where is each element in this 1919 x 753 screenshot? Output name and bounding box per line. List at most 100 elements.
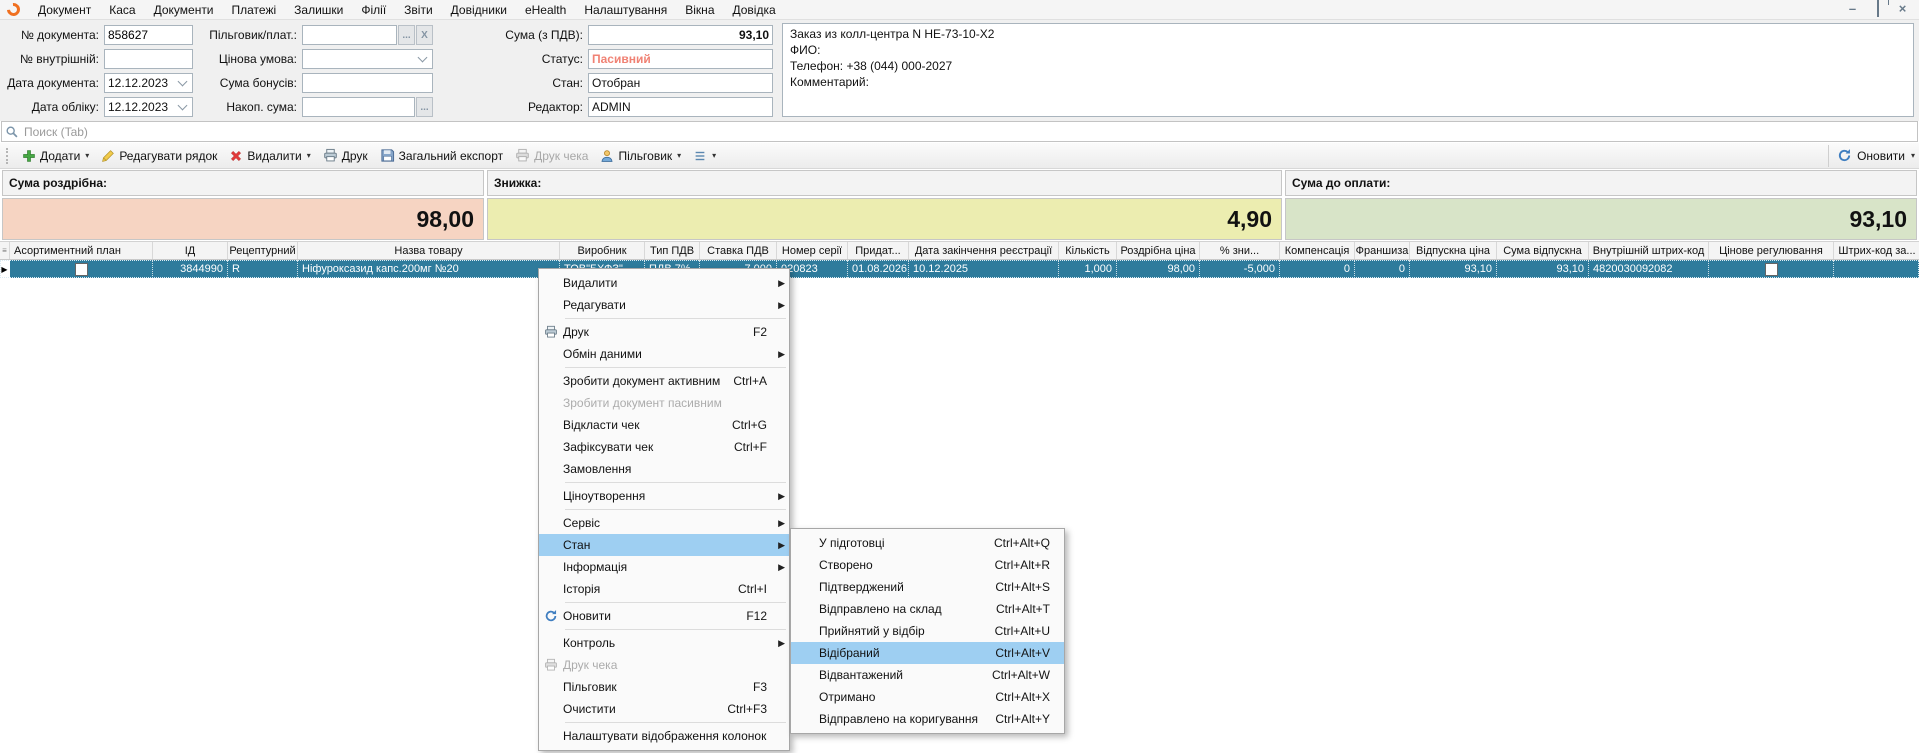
account-date-field[interactable]: 12.12.2023	[104, 97, 193, 117]
export-button[interactable]: Загальний експорт	[374, 145, 509, 167]
menu-item-order[interactable]: Замовлення	[539, 458, 789, 480]
menu-branches[interactable]: Філії	[352, 0, 395, 20]
assortment-plan-cell[interactable]	[10, 260, 153, 278]
beneficiary-clear-button[interactable]: X	[416, 25, 433, 45]
add-button[interactable]: Додати▾	[16, 145, 95, 167]
submenu-item-picked[interactable]: ВідібранийCtrl+Alt+V	[791, 642, 1064, 664]
menu-item-beneficiary[interactable]: ПільговикF3	[539, 676, 789, 698]
checkbox[interactable]	[75, 263, 88, 276]
sell-price-cell[interactable]: 93,10	[1410, 260, 1497, 278]
menu-help[interactable]: Довідка	[724, 0, 785, 20]
minimize-button[interactable]: –	[1840, 1, 1865, 19]
menu-documents[interactable]: Документи	[145, 0, 223, 20]
submenu-item-accepted-for-picking[interactable]: Прийнятий у відбірCtrl+Alt+U	[791, 620, 1064, 642]
menu-item-history[interactable]: ІсторіяCtrl+I	[539, 578, 789, 600]
menu-stock[interactable]: Залишки	[285, 0, 352, 20]
price-condition-field[interactable]	[302, 49, 433, 69]
col-discount-pct[interactable]: % зни...	[1200, 242, 1280, 259]
menu-kasa[interactable]: Каса	[100, 0, 144, 20]
col-product-name[interactable]: Назва товару	[298, 242, 560, 259]
checkbox[interactable]	[1765, 263, 1778, 276]
doc-date-field[interactable]: 12.12.2023	[104, 73, 193, 93]
col-order-barcode[interactable]: Штрих-код за...	[1834, 242, 1919, 259]
menu-item-state[interactable]: Стан	[539, 534, 789, 556]
menu-item-service[interactable]: Сервіс	[539, 512, 789, 534]
menu-item-control[interactable]: Контроль	[539, 632, 789, 654]
col-retail-price[interactable]: Роздрібна ціна	[1117, 242, 1200, 259]
menu-payments[interactable]: Платежі	[223, 0, 286, 20]
beneficiary-field[interactable]	[302, 25, 397, 45]
submenu-item-sent-to-warehouse[interactable]: Відправлено на складCtrl+Alt+T	[791, 598, 1064, 620]
submenu-item-confirmed[interactable]: ПідтвердженийCtrl+Alt+S	[791, 576, 1064, 598]
franchise-cell[interactable]: 0	[1355, 260, 1410, 278]
print-button[interactable]: Друк	[317, 145, 374, 167]
col-serial[interactable]: Номер серії	[777, 242, 848, 259]
menu-item-pricing[interactable]: Ціноутворення	[539, 485, 789, 507]
menu-document[interactable]: Документ	[29, 0, 100, 20]
col-price-regulation[interactable]: Цінове регулювання	[1709, 242, 1834, 259]
submenu-item-received[interactable]: ОтриманоCtrl+Alt+X	[791, 686, 1064, 708]
discount-pct-cell[interactable]: -5,000	[1200, 260, 1280, 278]
price-regulation-cell[interactable]	[1709, 260, 1834, 278]
toolbar-overflow-icon[interactable]: ▾	[1911, 151, 1915, 160]
table-row[interactable]: ▶ 3844990 R Ніфуроксазид капс.200мг №20 …	[0, 260, 1919, 278]
prescription-cell[interactable]: R	[228, 260, 298, 278]
close-button[interactable]: ×	[1890, 1, 1915, 19]
order-barcode-cell[interactable]	[1834, 260, 1919, 278]
refresh-button[interactable]: Оновити ▾	[1828, 145, 1919, 167]
menu-directories[interactable]: Довідники	[442, 0, 516, 20]
column-chooser-icon[interactable]: ≡	[0, 242, 10, 259]
menu-item-make-active[interactable]: Зробити документ активнимCtrl+A	[539, 370, 789, 392]
retail-price-cell[interactable]: 98,00	[1117, 260, 1200, 278]
product-name-cell[interactable]: Ніфуроксазид капс.200мг №20	[298, 260, 560, 278]
internal-barcode-cell[interactable]: 4820030092082	[1589, 260, 1709, 278]
menu-reports[interactable]: Звіти	[395, 0, 442, 20]
col-assortment-plan[interactable]: Асортиментний план	[10, 242, 153, 259]
internal-number-field[interactable]	[104, 49, 193, 69]
menu-item-edit[interactable]: Редагувати	[539, 294, 789, 316]
accum-sum-field[interactable]	[302, 97, 415, 117]
submenu-item-in-preparation[interactable]: У підготовціCtrl+Alt+Q	[791, 532, 1064, 554]
menu-item-print[interactable]: ДрукF2	[539, 321, 789, 343]
col-manufacturer[interactable]: Виробник	[560, 242, 645, 259]
menu-item-refresh[interactable]: ОновитиF12	[539, 605, 789, 627]
chevron-down-icon[interactable]	[178, 77, 188, 87]
menu-settings[interactable]: Налаштування	[575, 0, 676, 20]
col-vat-type[interactable]: Тип ПДВ	[645, 242, 700, 259]
compensation-cell[interactable]: 0	[1280, 260, 1355, 278]
expiry-cell[interactable]: 01.08.2026	[848, 260, 909, 278]
menu-item-configure-columns[interactable]: Налаштувати відображення колонок	[539, 725, 789, 747]
search-input[interactable]	[22, 124, 1917, 140]
edit-row-button[interactable]: Редагувати рядок	[95, 145, 223, 167]
menu-item-data-exchange[interactable]: Обмін даними	[539, 343, 789, 365]
col-franchise[interactable]: Франшиза	[1355, 242, 1410, 259]
menu-item-fix-receipt[interactable]: Зафіксувати чекCtrl+F	[539, 436, 789, 458]
restore-button[interactable]	[1865, 1, 1890, 19]
reg-expiry-cell[interactable]: 10.12.2025	[909, 260, 1059, 278]
delete-button[interactable]: Видалити▾	[223, 145, 316, 167]
menu-item-hold-receipt[interactable]: Відкласти чекCtrl+G	[539, 414, 789, 436]
col-id[interactable]: ІД	[153, 242, 228, 259]
menu-ehealth[interactable]: eHealth	[516, 0, 575, 20]
col-reg-expiry[interactable]: Дата закінчення реєстрації	[909, 242, 1059, 259]
bonus-sum-field[interactable]	[302, 73, 433, 93]
sell-sum-cell[interactable]: 93,10	[1497, 260, 1589, 278]
col-sell-sum[interactable]: Сума відпускна	[1497, 242, 1589, 259]
beneficiary-browse-button[interactable]: ...	[398, 25, 415, 45]
doc-number-field[interactable]	[104, 25, 193, 45]
col-qty[interactable]: Кількість	[1059, 242, 1117, 259]
chevron-down-icon[interactable]	[178, 101, 188, 111]
col-expiry[interactable]: Придат...	[848, 242, 909, 259]
accum-sum-browse-button[interactable]: ...	[416, 97, 433, 117]
col-prescription[interactable]: Рецептурний	[228, 242, 298, 259]
col-compensation[interactable]: Компенсація	[1280, 242, 1355, 259]
menu-windows[interactable]: Вікна	[676, 0, 723, 20]
chevron-down-icon[interactable]	[418, 53, 428, 63]
menu-item-delete[interactable]: Видалити	[539, 272, 789, 294]
beneficiary-button[interactable]: Пільговик▾	[594, 145, 687, 167]
list-options-button[interactable]: ▾	[687, 145, 722, 167]
col-internal-barcode[interactable]: Внутрішній штрих-код	[1589, 242, 1709, 259]
toolbar-grip[interactable]	[6, 148, 10, 164]
id-cell[interactable]: 3844990	[153, 260, 228, 278]
col-vat-rate[interactable]: Ставка ПДВ	[700, 242, 777, 259]
